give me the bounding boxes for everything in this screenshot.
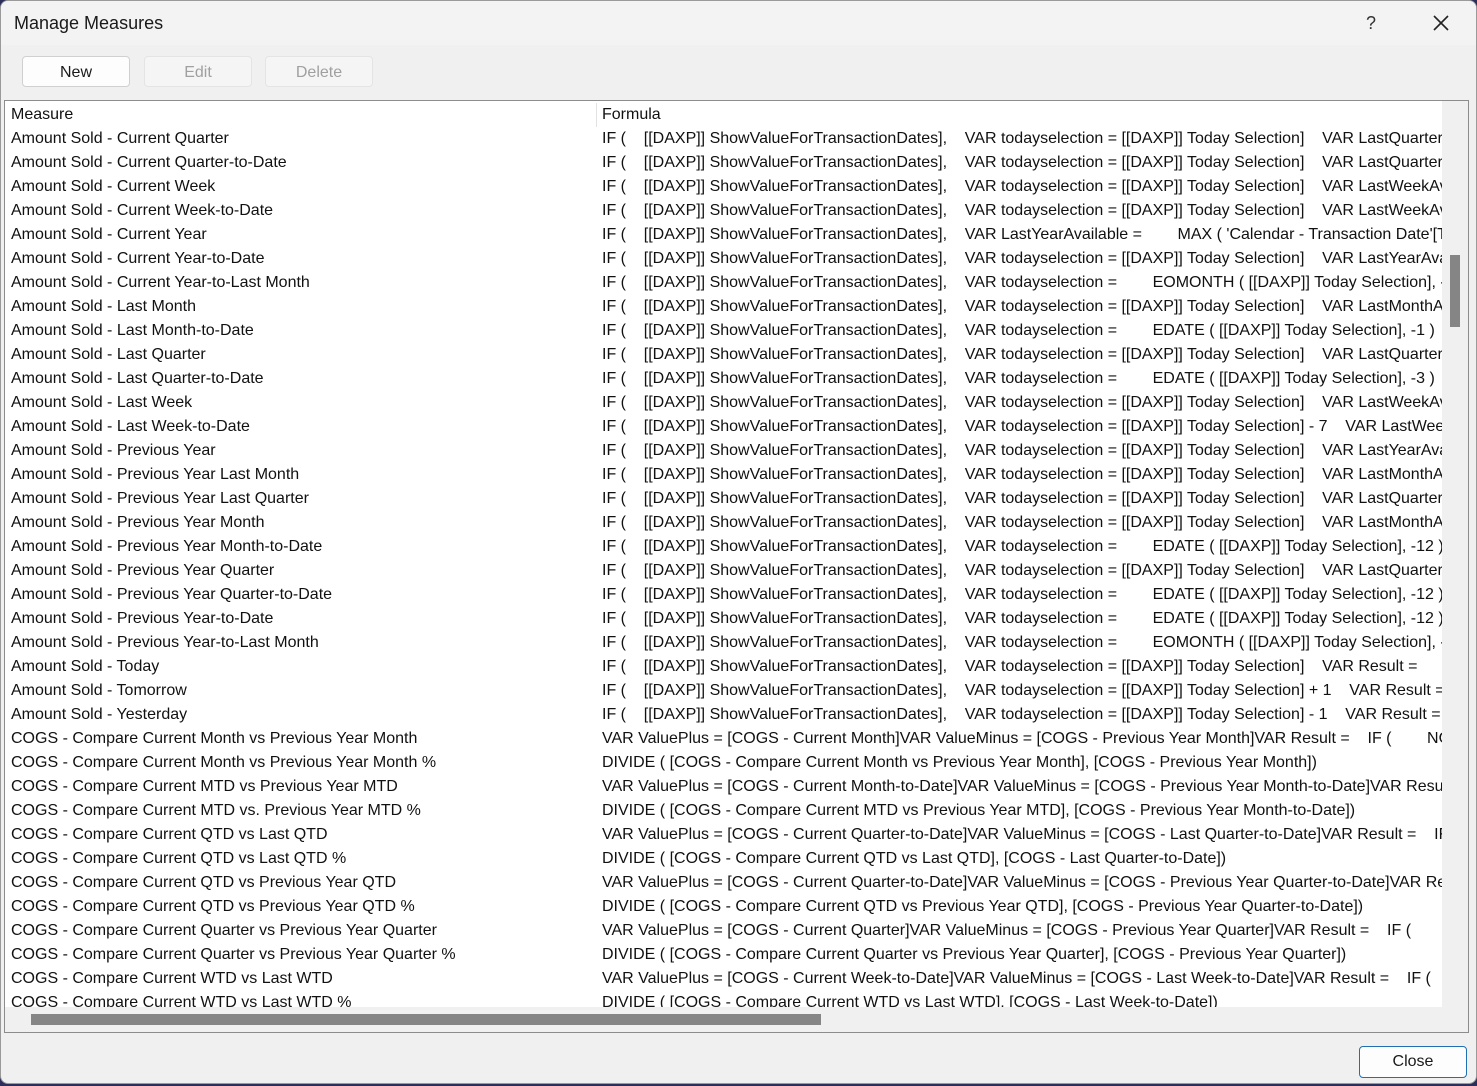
measures-grid: Measure Formula Amount Sold - Current Qu… — [4, 100, 1469, 1033]
formula-cell[interactable]: DIVIDE ( [COGS - Compare Current MTD vs … — [602, 802, 1355, 820]
formula-cell[interactable]: IF ( [[DAXP]] ShowValueForTransactionDat… — [602, 634, 1442, 652]
formula-cell[interactable]: IF ( [[DAXP]] ShowValueForTransactionDat… — [602, 658, 1417, 676]
measure-name-cell[interactable]: COGS - Compare Current Quarter vs Previo… — [11, 922, 437, 940]
measure-name-cell[interactable]: Amount Sold - Current Week — [11, 178, 215, 196]
formula-cell[interactable]: IF ( [[DAXP]] ShowValueForTransactionDat… — [602, 586, 1442, 604]
measure-name-cell[interactable]: Amount Sold - Previous Year-to-Date — [11, 610, 273, 628]
delete-button[interactable]: Delete — [265, 56, 373, 87]
column-header-measure[interactable]: Measure — [11, 106, 73, 124]
formula-cell[interactable]: IF ( [[DAXP]] ShowValueForTransactionDat… — [602, 346, 1442, 364]
formula-cell[interactable]: DIVIDE ( [COGS - Compare Current Month v… — [602, 754, 1317, 772]
close-window-button[interactable] — [1421, 7, 1461, 39]
help-button[interactable]: ? — [1351, 7, 1391, 39]
formula-cell[interactable]: IF ( [[DAXP]] ShowValueForTransactionDat… — [602, 298, 1442, 316]
close-icon — [1433, 15, 1449, 31]
edit-button[interactable]: Edit — [144, 56, 252, 87]
measure-name-cell[interactable]: Amount Sold - Yesterday — [11, 706, 187, 724]
measure-name-cell[interactable]: COGS - Compare Current QTD vs Last QTD % — [11, 850, 346, 868]
formula-cell[interactable]: IF ( [[DAXP]] ShowValueForTransactionDat… — [602, 706, 1441, 724]
formula-cell[interactable]: IF ( [[DAXP]] ShowValueForTransactionDat… — [602, 250, 1442, 268]
formula-cell[interactable]: IF ( [[DAXP]] ShowValueForTransactionDat… — [602, 514, 1442, 532]
measure-name-cell[interactable]: Amount Sold - Current Year — [11, 226, 207, 244]
toolbar: New Edit Delete — [1, 45, 1476, 100]
measure-name-cell[interactable]: COGS - Compare Current Month vs Previous… — [11, 754, 436, 772]
measure-name-cell[interactable]: Amount Sold - Last Week-to-Date — [11, 418, 250, 436]
formula-cell[interactable]: VAR ValuePlus = [COGS - Current Quarter-… — [602, 826, 1442, 844]
close-button[interactable]: Close — [1359, 1046, 1467, 1078]
horizontal-scrollbar[interactable] — [5, 1007, 1442, 1032]
measure-name-cell[interactable]: Amount Sold - Current Year-to-Date — [11, 250, 264, 268]
formula-cell[interactable]: IF ( [[DAXP]] ShowValueForTransactionDat… — [602, 442, 1442, 460]
formula-cell[interactable]: IF ( [[DAXP]] ShowValueForTransactionDat… — [602, 418, 1442, 436]
measure-name-cell[interactable]: Amount Sold - Last Month-to-Date — [11, 322, 254, 340]
measure-name-cell[interactable]: COGS - Compare Current WTD vs Last WTD % — [11, 994, 352, 1007]
measure-name-cell[interactable]: Amount Sold - Previous Year Quarter — [11, 562, 274, 580]
measure-name-cell[interactable]: Amount Sold - Previous Year — [11, 442, 216, 460]
measure-name-cell[interactable]: Amount Sold - Current Quarter — [11, 130, 229, 148]
formula-cell[interactable]: IF ( [[DAXP]] ShowValueForTransactionDat… — [602, 178, 1442, 196]
formula-cell[interactable]: VAR ValuePlus = [COGS - Current Month]VA… — [602, 730, 1442, 748]
formula-cell[interactable]: VAR ValuePlus = [COGS - Current Quarter]… — [602, 922, 1442, 940]
measure-name-cell[interactable]: Amount Sold - Tomorrow — [11, 682, 187, 700]
measure-name-cell[interactable]: Amount Sold - Current Week-to-Date — [11, 202, 273, 220]
formula-cell[interactable]: IF ( [[DAXP]] ShowValueForTransactionDat… — [602, 562, 1442, 580]
formula-cell[interactable]: DIVIDE ( [COGS - Compare Current WTD vs … — [602, 994, 1218, 1007]
dialog-title: Manage Measures — [14, 13, 164, 33]
formula-cell[interactable]: VAR ValuePlus = [COGS - Current Quarter-… — [602, 874, 1442, 892]
formula-cell[interactable]: IF ( [[DAXP]] ShowValueForTransactionDat… — [602, 274, 1442, 292]
vertical-scrollbar[interactable] — [1442, 101, 1468, 1007]
measure-name-cell[interactable]: Amount Sold - Last Week — [11, 394, 192, 412]
formula-cell[interactable]: VAR ValuePlus = [COGS - Current Week-to-… — [602, 970, 1431, 988]
formula-cell[interactable]: IF ( [[DAXP]] ShowValueForTransactionDat… — [602, 394, 1442, 412]
column-header-formula[interactable]: Formula — [602, 106, 661, 124]
formula-cell[interactable]: IF ( [[DAXP]] ShowValueForTransactionDat… — [602, 370, 1435, 388]
measure-name-cell[interactable]: Amount Sold - Previous Year-to-Last Mont… — [11, 634, 319, 652]
new-button[interactable]: New — [22, 56, 130, 87]
measure-name-cell[interactable]: COGS - Compare Current QTD vs Previous Y… — [11, 898, 415, 916]
measure-name-cell[interactable]: Amount Sold - Previous Year Month-to-Dat… — [11, 538, 322, 556]
measure-name-cell[interactable]: Amount Sold - Current Year-to-Last Month — [11, 274, 310, 292]
formula-cell[interactable]: IF ( [[DAXP]] ShowValueForTransactionDat… — [602, 154, 1442, 172]
formula-cell[interactable]: IF ( [[DAXP]] ShowValueForTransactionDat… — [602, 538, 1442, 556]
measure-name-cell[interactable]: Amount Sold - Last Quarter-to-Date — [11, 370, 264, 388]
measure-name-cell[interactable]: Amount Sold - Today — [11, 658, 159, 676]
title-bar: Manage Measures ? — [1, 1, 1476, 45]
formula-cell[interactable]: IF ( [[DAXP]] ShowValueForTransactionDat… — [602, 490, 1442, 508]
measure-name-cell[interactable]: Amount Sold - Previous Year Last Quarter — [11, 490, 309, 508]
measure-name-cell[interactable]: Amount Sold - Last Month — [11, 298, 196, 316]
formula-cell[interactable]: IF ( [[DAXP]] ShowValueForTransactionDat… — [602, 322, 1435, 340]
formula-cell[interactable]: DIVIDE ( [COGS - Compare Current QTD vs … — [602, 850, 1226, 868]
grid-viewport: Measure Formula Amount Sold - Current Qu… — [5, 101, 1442, 1007]
formula-cell[interactable]: IF ( [[DAXP]] ShowValueForTransactionDat… — [602, 682, 1442, 700]
formula-cell[interactable]: IF ( [[DAXP]] ShowValueForTransactionDat… — [602, 130, 1442, 148]
measure-name-cell[interactable]: COGS - Compare Current MTD vs Previous Y… — [11, 778, 398, 796]
measure-name-cell[interactable]: Amount Sold - Previous Year Last Month — [11, 466, 299, 484]
formula-cell[interactable]: IF ( [[DAXP]] ShowValueForTransactionDat… — [602, 610, 1442, 628]
vertical-scroll-thumb[interactable] — [1450, 255, 1460, 327]
measure-name-cell[interactable]: COGS - Compare Current MTD vs. Previous … — [11, 802, 421, 820]
manage-measures-dialog: Manage Measures ? New Edit Delete Measur… — [0, 0, 1477, 1084]
horizontal-scroll-thumb[interactable] — [31, 1014, 821, 1025]
measure-name-cell[interactable]: COGS - Compare Current WTD vs Last WTD — [11, 970, 333, 988]
formula-cell[interactable]: IF ( [[DAXP]] ShowValueForTransactionDat… — [602, 202, 1442, 220]
measure-name-cell[interactable]: Amount Sold - Current Quarter-to-Date — [11, 154, 287, 172]
measure-name-cell[interactable]: COGS - Compare Current QTD vs Previous Y… — [11, 874, 396, 892]
formula-cell[interactable]: IF ( [[DAXP]] ShowValueForTransactionDat… — [602, 226, 1442, 244]
formula-cell[interactable]: DIVIDE ( [COGS - Compare Current Quarter… — [602, 946, 1346, 964]
measure-name-cell[interactable]: COGS - Compare Current Month vs Previous… — [11, 730, 417, 748]
formula-cell[interactable]: IF ( [[DAXP]] ShowValueForTransactionDat… — [602, 466, 1442, 484]
measure-name-cell[interactable]: Amount Sold - Previous Year Month — [11, 514, 264, 532]
measure-name-cell[interactable]: Amount Sold - Previous Year Quarter-to-D… — [11, 586, 332, 604]
formula-cell[interactable]: VAR ValuePlus = [COGS - Current Month-to… — [602, 778, 1442, 796]
column-divider[interactable] — [596, 103, 597, 127]
measure-name-cell[interactable]: Amount Sold - Last Quarter — [11, 346, 206, 364]
formula-cell[interactable]: DIVIDE ( [COGS - Compare Current QTD vs … — [602, 898, 1363, 916]
measure-name-cell[interactable]: COGS - Compare Current Quarter vs Previo… — [11, 946, 456, 964]
measure-name-cell[interactable]: COGS - Compare Current QTD vs Last QTD — [11, 826, 328, 844]
